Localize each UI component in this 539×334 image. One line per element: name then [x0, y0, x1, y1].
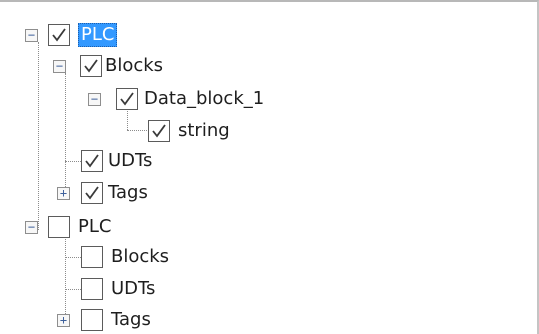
- check-icon: [85, 186, 99, 200]
- tree-node-label[interactable]: UDTs: [108, 149, 152, 173]
- blocks-checkbox[interactable]: [80, 55, 102, 77]
- expand-icon[interactable]: +: [57, 187, 70, 200]
- plc-checkbox[interactable]: [48, 24, 70, 46]
- tree-node-label[interactable]: UDTs: [111, 277, 155, 301]
- tree-node-label[interactable]: Blocks: [105, 54, 163, 78]
- tree-node-label[interactable]: Data_block_1: [144, 87, 264, 111]
- tags-checkbox[interactable]: [81, 182, 103, 204]
- tree-panel: − PLC − Blocks − Data_block_1 string UDT…: [0, 0, 539, 334]
- tree-connector: [65, 235, 66, 322]
- tree-connector: [38, 42, 39, 230]
- tree-connector: [65, 257, 81, 258]
- tree-node-label[interactable]: Tags: [111, 308, 151, 332]
- tree-connector: [65, 73, 66, 193]
- plc-checkbox[interactable]: [48, 216, 70, 238]
- tree-node-label[interactable]: string: [178, 119, 230, 143]
- collapse-icon[interactable]: −: [25, 221, 38, 234]
- udts-checkbox[interactable]: [81, 278, 103, 300]
- tags-checkbox[interactable]: [81, 309, 103, 331]
- tree-connector: [127, 130, 147, 131]
- collapse-icon[interactable]: −: [25, 29, 38, 42]
- check-icon: [52, 28, 66, 42]
- check-icon: [152, 124, 166, 138]
- check-icon: [84, 59, 98, 73]
- blocks-checkbox[interactable]: [81, 246, 103, 268]
- tree-node-label[interactable]: PLC: [78, 215, 111, 239]
- expand-icon[interactable]: +: [57, 314, 70, 327]
- tree-node-label[interactable]: PLC: [78, 23, 118, 47]
- check-icon: [85, 154, 99, 168]
- collapse-icon[interactable]: −: [88, 93, 101, 106]
- check-icon: [120, 92, 134, 106]
- plc-tree: − PLC − Blocks − Data_block_1 string UDT…: [0, 2, 537, 334]
- tree-node-label[interactable]: Blocks: [111, 245, 169, 269]
- collapse-icon[interactable]: −: [53, 60, 66, 73]
- tree-node-label[interactable]: Tags: [108, 181, 148, 205]
- udts-checkbox[interactable]: [81, 150, 103, 172]
- data-block-checkbox[interactable]: [116, 88, 138, 110]
- tree-connector: [65, 161, 81, 162]
- string-checkbox[interactable]: [148, 120, 170, 142]
- tree-connector: [127, 108, 128, 130]
- tree-connector: [65, 289, 81, 290]
